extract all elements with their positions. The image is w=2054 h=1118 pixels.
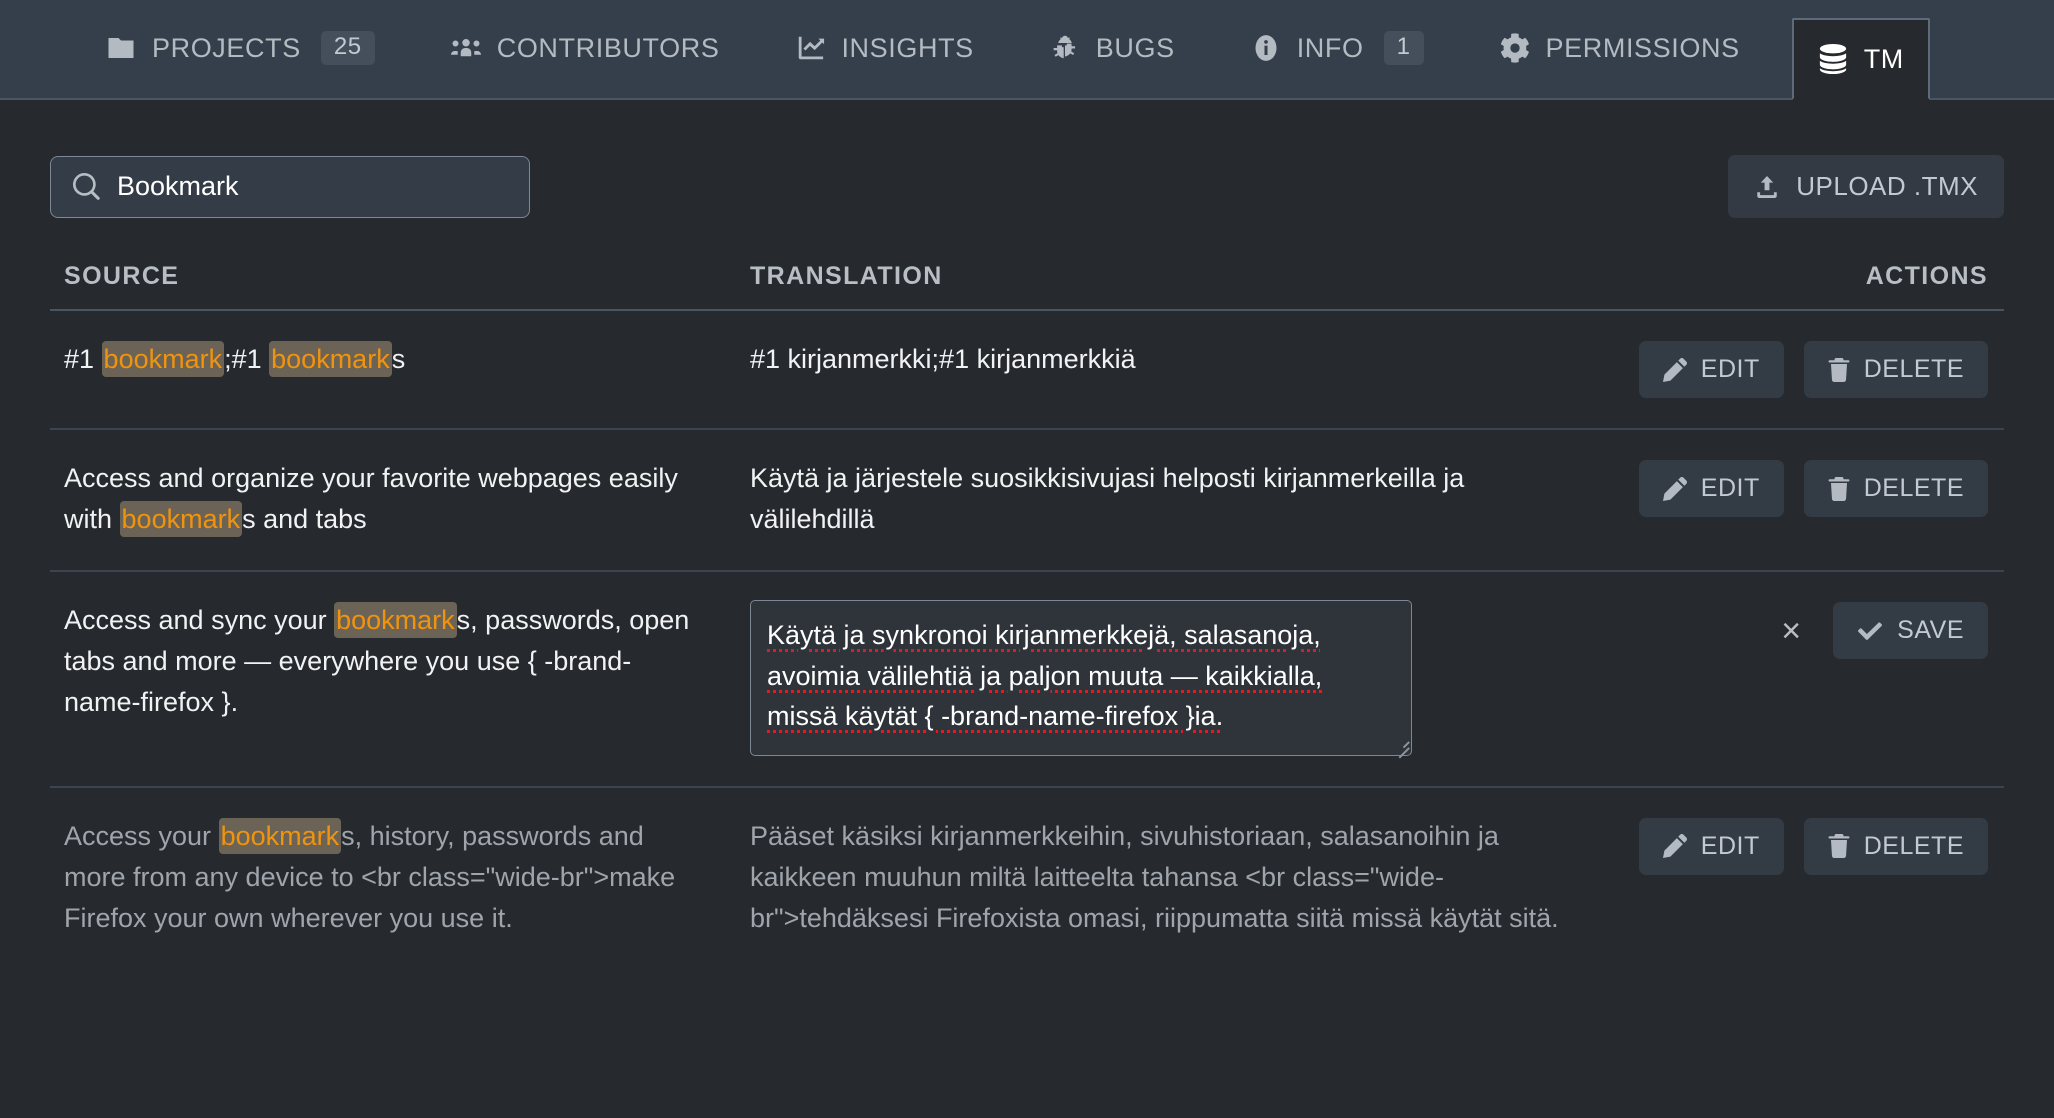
save-button-label: SAVE — [1897, 616, 1964, 645]
nav-tab-projects[interactable]: PROJECTS 25 — [82, 0, 399, 98]
row-actions: EDIT DELETE — [1610, 816, 2004, 875]
search-match-highlight: bookmark — [334, 602, 457, 639]
column-header-translation: TRANSLATION — [750, 262, 943, 290]
people-icon — [450, 33, 481, 63]
search-input[interactable]: Bookmark — [50, 155, 530, 218]
text-fragment: s and tabs — [242, 504, 367, 535]
search-icon — [73, 172, 101, 201]
table-row: Access and organize your favorite webpag… — [50, 430, 2004, 573]
nav-tab-info-label: INFO — [1296, 32, 1364, 63]
translation-editor-wrap: Käytä ja synkronoi kirjanmerkkejä, salas… — [750, 600, 1412, 756]
source-text: Access and organize your favorite webpag… — [50, 458, 750, 540]
delete-button-label: DELETE — [1863, 831, 1964, 860]
translation-textarea-value: Käytä ja synkronoi kirjanmerkkejä, salas… — [767, 620, 1323, 732]
search-input-value: Bookmark — [117, 171, 239, 201]
main-navigation-bar: PROJECTS 25 CONTRIBUTORS INSIGHTS BUGS I… — [0, 0, 2054, 100]
table-row: #1 bookmark;#1 bookmarks #1 kirjanmerkki… — [50, 311, 2004, 430]
text-fragment: #1 — [64, 344, 102, 374]
trash-icon — [1828, 834, 1850, 859]
text-fragment: s — [391, 344, 406, 374]
nav-tab-info[interactable]: INFO 1 — [1227, 0, 1448, 98]
pencil-icon — [1662, 476, 1687, 501]
table-row: Access your bookmarks, history, password… — [50, 788, 2004, 969]
search-match-highlight: bookmark — [101, 341, 225, 377]
nav-tab-projects-badge: 25 — [320, 31, 375, 65]
trash-icon — [1828, 357, 1850, 382]
edit-button[interactable]: EDIT — [1638, 341, 1784, 398]
upload-tmx-label: UPLOAD .TMX — [1796, 171, 1978, 201]
translation-textarea[interactable]: Käytä ja synkronoi kirjanmerkkejä, salas… — [750, 600, 1412, 756]
nav-tab-bugs[interactable]: BUGS — [1026, 0, 1199, 98]
upload-tmx-button[interactable]: UPLOAD .TMX — [1728, 155, 2004, 218]
source-text: Access your bookmarks, history, password… — [50, 816, 750, 939]
nav-tab-tm-label: TM — [1863, 43, 1904, 74]
nav-tab-info-badge: 1 — [1383, 31, 1424, 65]
edit-button-label: EDIT — [1700, 474, 1760, 502]
nav-tab-insights[interactable]: INSIGHTS — [771, 0, 997, 98]
source-text: #1 bookmark;#1 bookmarks — [50, 339, 750, 380]
nav-tab-contributors[interactable]: CONTRIBUTORS — [427, 0, 744, 98]
edit-button-label: EDIT — [1700, 355, 1760, 383]
check-icon — [1857, 619, 1883, 643]
save-button[interactable]: SAVE — [1833, 602, 1988, 660]
delete-button[interactable]: DELETE — [1803, 460, 1988, 517]
translation-text: #1 kirjanmerkki;#1 kirjanmerkkiä — [750, 344, 1136, 374]
text-fragment: Access and sync your — [64, 605, 335, 636]
chart-line-icon — [795, 33, 825, 63]
nav-tab-permissions-label: PERMISSIONS — [1545, 32, 1740, 63]
translation-memory-table: SOURCE TRANSLATION ACTIONS #1 bookmark;#… — [50, 262, 2004, 969]
edit-button[interactable]: EDIT — [1638, 460, 1784, 517]
info-circle-icon — [1251, 33, 1281, 63]
column-header-source: SOURCE — [64, 262, 180, 290]
database-icon — [1818, 44, 1848, 74]
tm-toolbar: Bookmark UPLOAD .TMX — [50, 100, 2004, 218]
upload-icon — [1754, 174, 1780, 200]
search-match-highlight: bookmark — [269, 341, 392, 377]
pencil-icon — [1662, 357, 1687, 382]
search-match-highlight: bookmark — [218, 817, 342, 854]
row-actions-editing: × SAVE — [1610, 600, 2004, 660]
translation-text: Käytä ja järjestele suosikkisivujasi hel… — [750, 463, 1465, 535]
translation-text: Pääset käsiksi kirjanmerkkeihin, sivuhis… — [750, 820, 1559, 933]
bug-icon — [1050, 33, 1080, 63]
nav-tab-tm[interactable]: TM — [1791, 18, 1930, 100]
pencil-icon — [1662, 834, 1687, 859]
row-actions: EDIT DELETE — [1610, 458, 2004, 517]
delete-button-label: DELETE — [1863, 474, 1964, 502]
trash-icon — [1828, 476, 1850, 501]
table-header-row: SOURCE TRANSLATION ACTIONS — [50, 262, 2004, 311]
tm-page-content: Bookmark UPLOAD .TMX SOURCE TRANSLATION … — [0, 100, 2054, 969]
edit-button-label: EDIT — [1700, 831, 1760, 860]
edit-button[interactable]: EDIT — [1638, 817, 1784, 875]
nav-tab-projects-label: PROJECTS — [152, 32, 301, 63]
folder-icon — [106, 33, 136, 63]
nav-tab-insights-label: INSIGHTS — [841, 32, 974, 63]
source-text: Access and sync your bookmarks, password… — [50, 600, 750, 723]
delete-button-label: DELETE — [1863, 355, 1964, 383]
nav-tab-contributors-label: CONTRIBUTORS — [496, 32, 720, 63]
table-row-editing: Access and sync your bookmarks, password… — [50, 572, 2004, 788]
nav-tab-bugs-label: BUGS — [1095, 32, 1175, 63]
translation-editor-cell: Käytä ja synkronoi kirjanmerkkejä, salas… — [750, 600, 1610, 756]
text-fragment: Access your — [64, 820, 219, 851]
column-header-actions: ACTIONS — [1865, 262, 1988, 290]
text-fragment: ;#1 — [224, 344, 270, 374]
delete-button[interactable]: DELETE — [1803, 341, 1988, 398]
search-match-highlight: bookmark — [119, 501, 243, 538]
row-actions: EDIT DELETE — [1610, 339, 2004, 398]
delete-button[interactable]: DELETE — [1803, 817, 1988, 875]
gear-icon — [1500, 33, 1530, 63]
nav-tab-permissions[interactable]: PERMISSIONS — [1476, 0, 1764, 98]
cancel-edit-button[interactable]: × — [1769, 608, 1813, 654]
